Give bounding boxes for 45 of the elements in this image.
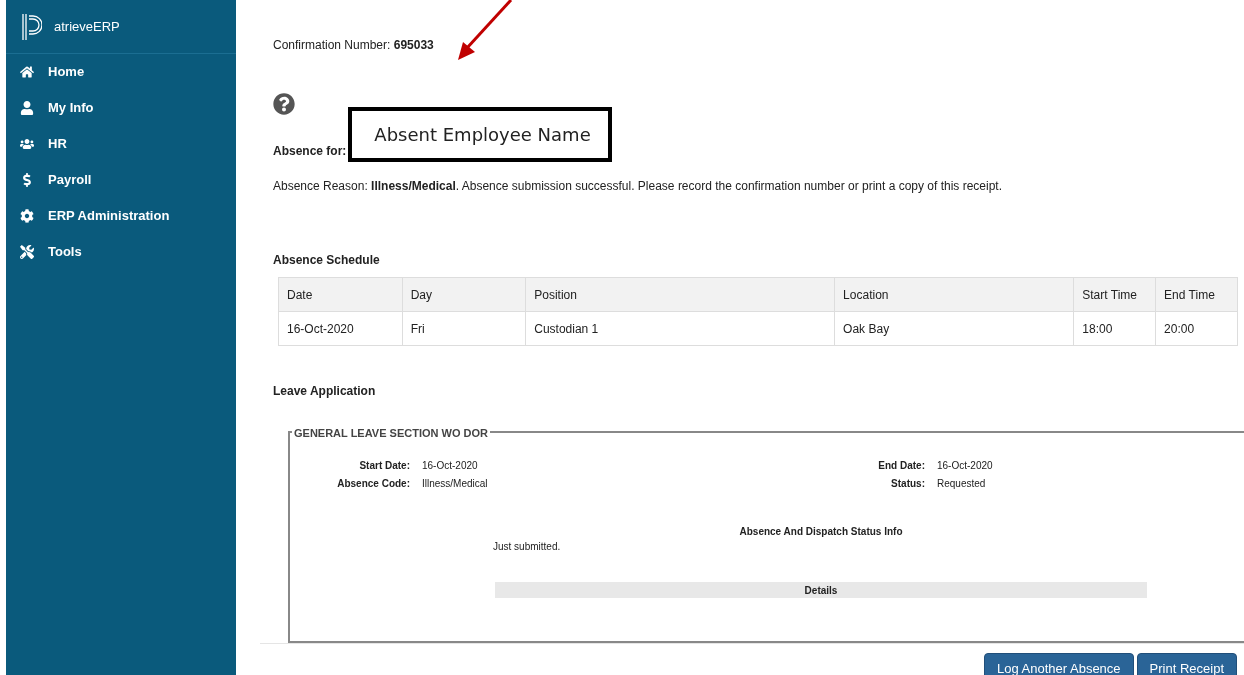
table-cell: 18:00	[1073, 311, 1156, 346]
nav-item[interactable]: ERP Administration	[6, 198, 236, 234]
field-label: Absence Code:	[336, 477, 410, 491]
field-label: Status:	[890, 477, 925, 491]
table-cell: 16-Oct-2020	[278, 311, 403, 346]
user-icon	[20, 101, 34, 115]
nav-item[interactable]: Home	[6, 54, 236, 90]
details-header: Details	[495, 582, 1147, 598]
home-icon	[20, 65, 34, 79]
column-header: End Time	[1155, 277, 1238, 312]
nav-item[interactable]: Tools	[6, 234, 236, 270]
settings-icon	[20, 209, 34, 223]
column-header: Position	[525, 277, 835, 312]
field-value: 16-Oct-2020	[422, 459, 478, 473]
dollar-icon	[20, 173, 34, 187]
status-info-title: Absence And Dispatch Status Info	[739, 525, 903, 539]
nav-item[interactable]: My Info	[6, 90, 236, 126]
table-cell: Oak Bay	[834, 311, 1074, 346]
brand-name: atrieveERP	[54, 17, 120, 36]
section-title: Leave Application	[273, 383, 377, 400]
table-cell: Custodian 1	[525, 311, 835, 346]
field-label: Start Date:	[358, 459, 410, 473]
section-title: Absence Schedule	[273, 252, 381, 269]
annotation-arrow	[455, 0, 515, 62]
column-header: Start Time	[1073, 277, 1156, 312]
table-cell: 20:00	[1155, 311, 1238, 346]
field-value: Requested	[937, 477, 986, 491]
absence-for-label: Absence for:	[273, 143, 347, 160]
confirmation-number: Confirmation Number: 695033	[273, 37, 435, 54]
column-header: Day	[402, 277, 526, 312]
status-info-text: Just submitted.	[493, 540, 562, 554]
status-message: Absence Reason: Illness/Medical. Absence submission successful. Please record the confirmation number or print a copy of this receipt.	[273, 178, 1004, 195]
field-value: Illness/Medical	[422, 477, 488, 491]
column-header: Date	[278, 277, 403, 312]
logo-icon	[22, 12, 42, 41]
nav-item[interactable]: HR	[6, 126, 236, 162]
nav-item[interactable]: Payroll	[6, 162, 236, 198]
users-icon	[20, 137, 34, 151]
employee-name: Absent Employee Name	[348, 107, 613, 162]
tools-icon	[20, 245, 34, 259]
help-icon[interactable]	[273, 93, 295, 115]
field-value: 16-Oct-2020	[937, 459, 993, 473]
field-label: End Date:	[877, 459, 925, 473]
column-header: Location	[834, 277, 1074, 312]
table-cell: Fri	[402, 311, 526, 346]
